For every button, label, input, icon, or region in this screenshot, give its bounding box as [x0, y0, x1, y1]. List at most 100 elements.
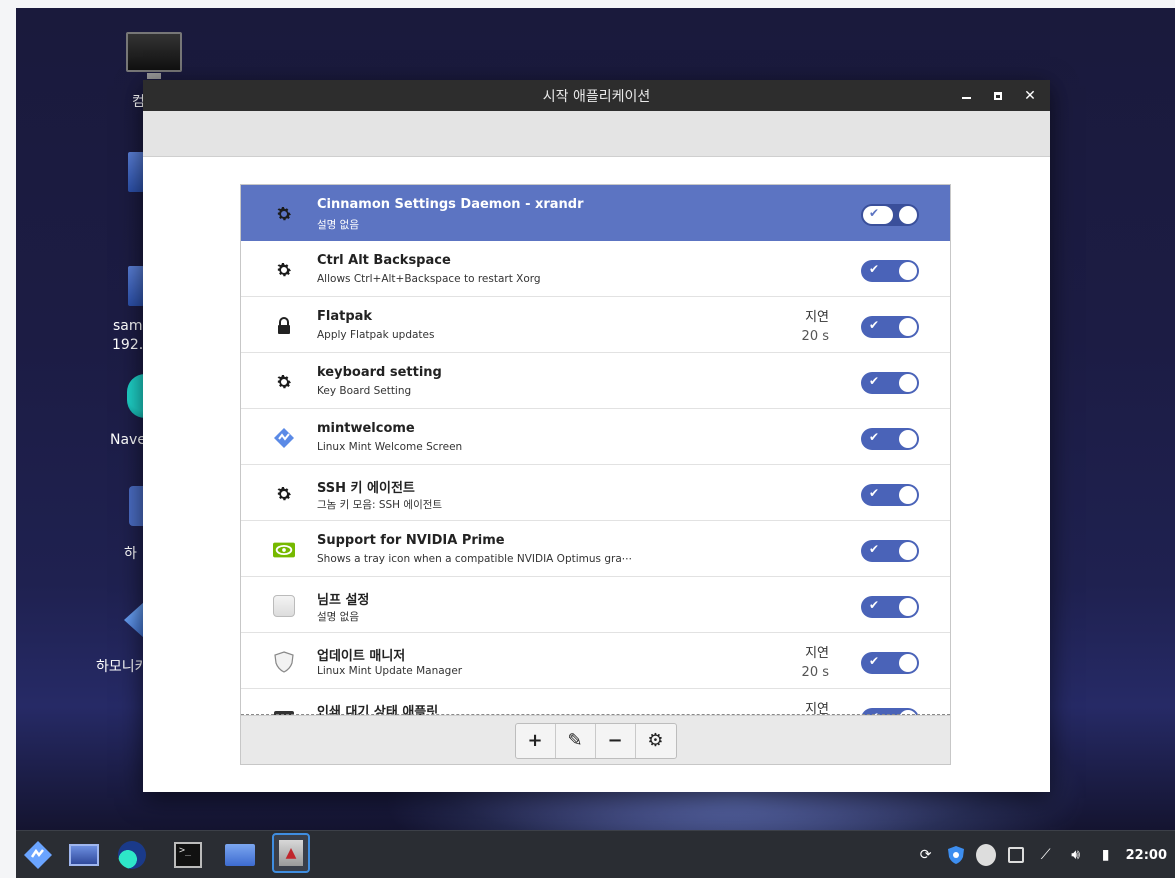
startup-app-row[interactable]: SSH 키 에이전트 그놈 키 모음: SSH 에이전트 ✔ [241, 465, 950, 521]
app-title: Ctrl Alt Backspace [317, 253, 451, 268]
shield-tray-icon[interactable] [946, 845, 966, 865]
titlebar[interactable]: 시작 애플리케이션 ✕ [143, 80, 1050, 111]
app-title: 인쇄 대기 상태 애플릿 [317, 705, 439, 715]
startup-app-row[interactable]: 님프 설정설명 없음 ✔ [241, 577, 950, 633]
list-action-bar: + ✎ − ⚙ [241, 715, 950, 764]
startup-app-row[interactable]: Cinnamon Settings Daemon - xrandr 설명 없음 ✔ [241, 185, 950, 241]
desktop-label-ip: 192. [112, 337, 144, 353]
startup-app-row[interactable]: mintwelcome Linux Mint Welcome Screen ✔ [241, 409, 950, 465]
harmonica-icon[interactable] [124, 602, 144, 638]
close-button[interactable]: ✕ [1022, 88, 1038, 104]
folder-icon [225, 844, 255, 866]
app-description: Linux Mint Update Manager [317, 665, 463, 677]
startup-app-row[interactable]: Support for NVIDIA Prime Shows a tray ico… [241, 521, 950, 577]
remove-button[interactable]: − [596, 723, 636, 758]
desktop-label-ha: 하 [124, 546, 137, 562]
close-icon: ✕ [1024, 87, 1036, 104]
toggle-knob [899, 318, 917, 336]
check-icon: ✔ [869, 262, 880, 276]
toggle-knob [899, 486, 917, 504]
enable-toggle[interactable]: ✔ [861, 484, 919, 506]
taskbar: >_ ▲ ⟳ ⟋ 🔊︎ ▮ 22:00 [16, 830, 1175, 878]
enable-toggle[interactable]: ✔ [861, 652, 919, 674]
check-icon: ✔ [869, 542, 880, 556]
maximize-button[interactable] [990, 88, 1006, 104]
volume-icon[interactable]: 🔊︎ [1066, 845, 1086, 865]
add-button[interactable]: + [516, 723, 556, 758]
startup-app-row[interactable]: Ctrl Alt Backspace Allows Ctrl+Alt+Backsp… [241, 241, 950, 297]
desktop-file-icon[interactable] [128, 152, 144, 192]
action-button-group: + ✎ − ⚙ [514, 722, 677, 759]
startup-app-row[interactable]: 업데이트 매니저 Linux Mint Update Manager 지연 20 s ✔ [241, 633, 950, 689]
menu-button[interactable] [22, 839, 54, 871]
startup-list[interactable]: Cinnamon Settings Daemon - xrandr 설명 없음 ✔ C… [241, 185, 950, 715]
check-icon: ✔ [869, 318, 880, 332]
header-bar [143, 111, 1050, 157]
enable-toggle[interactable]: ✔ [861, 204, 919, 226]
app-title: keyboard setting [317, 365, 442, 380]
toggle-knob [899, 262, 917, 280]
shield-icon [273, 651, 295, 673]
app-description: Apply Flatpak updates [317, 329, 435, 341]
app-description: 설명 없음 [317, 611, 359, 623]
sync-icon[interactable]: ⟳ [916, 845, 936, 865]
monitor-icon [126, 32, 182, 72]
check-icon: ✔ [869, 206, 880, 220]
status-circle-icon[interactable] [975, 844, 996, 866]
nvidia-icon [273, 539, 295, 561]
startup-app-row[interactable]: 인쇄 대기 상태 애플릿지연✔ [241, 689, 950, 715]
battery-icon[interactable]: ▮ [1096, 845, 1116, 865]
enable-toggle[interactable]: ✔ [861, 428, 919, 450]
toggle-knob [899, 430, 917, 448]
startup-list-frame: Cinnamon Settings Daemon - xrandr 설명 없음 ✔ C… [240, 184, 951, 765]
desktop-label-naver: Nave [110, 432, 146, 448]
check-icon: ✔ [869, 374, 880, 388]
startup-applications-window: 시작 애플리케이션 ✕ Cinnamon Settings Daemon - x… [143, 80, 1050, 792]
startup-app-row[interactable]: Flatpak Apply Flatpak updates 지연 20 s ✔ [241, 297, 950, 353]
clock[interactable]: 22:00 [1126, 848, 1167, 863]
show-desktop-button[interactable] [68, 839, 100, 871]
desktop-computer-icon[interactable] [126, 32, 182, 79]
app-title: 님프 설정 [317, 593, 370, 608]
gear-icon [273, 483, 295, 505]
system-tray: ⟳ ⟋ 🔊︎ ▮ 22:00 [916, 831, 1175, 878]
screen: 컴 sam 192. Nave 하 하모니카 시작 애플리케이션 ✕ Cinna… [0, 0, 1175, 878]
network-icon[interactable]: ⟋ [1036, 845, 1056, 865]
edit-button[interactable]: ✎ [556, 723, 596, 758]
startup-app-row[interactable]: keyboard setting Key Board Setting ✔ [241, 353, 950, 409]
app-description: 그놈 키 모음: SSH 에이전트 [317, 499, 443, 511]
toggle-knob [899, 654, 917, 672]
enable-toggle[interactable]: ✔ [861, 260, 919, 282]
whale-icon [118, 841, 146, 869]
app-description: Key Board Setting [317, 385, 412, 397]
delay-label: 지연 [805, 310, 829, 325]
delay-value: 20 s [801, 329, 829, 344]
screenshot-icon[interactable] [1006, 845, 1026, 865]
startup-apps-task[interactable]: ▲ [272, 833, 310, 873]
gear-icon [273, 259, 295, 281]
app-title: mintwelcome [317, 421, 415, 436]
desktop-label-harmonica: 하모니카 [96, 659, 148, 675]
terminal-icon: >_ [174, 842, 202, 868]
app-description: Linux Mint Welcome Screen [317, 441, 463, 453]
enable-toggle[interactable]: ✔ [861, 596, 919, 618]
maximize-icon [994, 91, 1002, 100]
app-description: Shows a tray icon when a compatible NVID… [317, 553, 633, 565]
run-now-button[interactable]: ⚙ [636, 724, 676, 758]
desktop-file-icon[interactable] [128, 266, 144, 306]
main-content: Cinnamon Settings Daemon - xrandr 설명 없음 ✔ C… [143, 157, 1050, 792]
whale-browser-launcher[interactable] [116, 839, 148, 871]
gear-icon [273, 203, 295, 225]
terminal-launcher[interactable]: >_ [172, 839, 204, 871]
toggle-knob [899, 206, 917, 224]
app-title: Cinnamon Settings Daemon - xrandr [317, 197, 584, 212]
file-manager-launcher[interactable] [224, 839, 256, 871]
desktop-app-icon[interactable] [129, 486, 143, 526]
minimize-button[interactable] [958, 88, 974, 104]
enable-toggle[interactable]: ✔ [861, 540, 919, 562]
desktop-icon [69, 844, 99, 866]
check-icon: ✔ [869, 430, 880, 444]
enable-toggle[interactable]: ✔ [861, 372, 919, 394]
check-icon: ✔ [869, 654, 880, 668]
enable-toggle[interactable]: ✔ [861, 316, 919, 338]
